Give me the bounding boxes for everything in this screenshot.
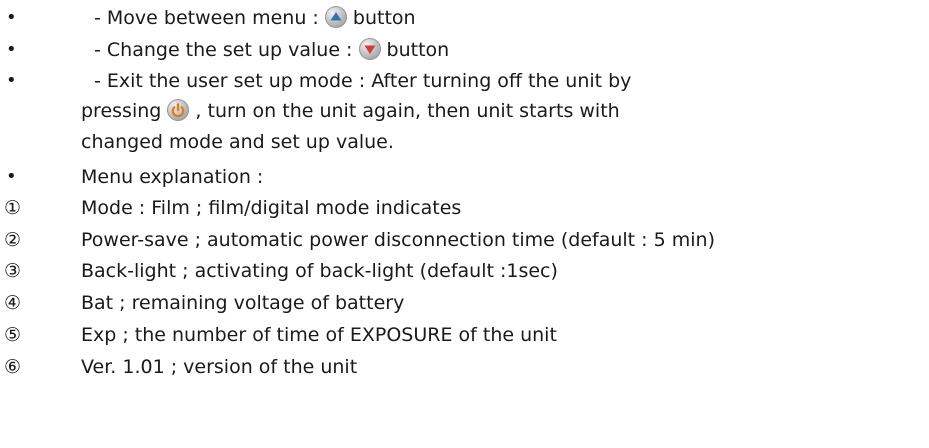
item-number: ⑥: [4, 356, 22, 378]
change-suffix: button: [380, 39, 450, 61]
change-instruction-text: - Change the set up value : button: [94, 35, 449, 65]
exit-final-text: changed mode and set up value.: [81, 131, 394, 153]
exit-instruction-text: - Exit the user set up mode : After turn…: [94, 70, 632, 92]
item-number: ④: [4, 292, 22, 314]
pressing-label: pressing: [81, 100, 168, 122]
move-label: - Move between menu :: [94, 7, 325, 29]
exit-instruction-line-1: • - Exit the user set up mode : After tu…: [0, 66, 929, 96]
menu-explanation-line: • Menu explanation :: [0, 162, 929, 192]
menu-item: ③ Back-light ; activating of back-light …: [0, 256, 929, 286]
down-arrow-button-icon: [358, 38, 381, 60]
bullet: •: [6, 7, 17, 28]
change-label: - Change the set up value :: [94, 39, 359, 61]
menu-item: ① Mode : Film ; film/digital mode indica…: [0, 193, 929, 223]
move-instruction-text: - Move between menu : button: [94, 3, 416, 33]
move-instruction-line: • - Move between menu : button: [0, 3, 929, 33]
menu-item: ② Power-save ; automatic power disconnec…: [0, 225, 929, 255]
menu-item-text: Mode : Film ; film/digital mode indicate…: [81, 197, 462, 219]
menu-item-text: Bat ; remaining voltage of battery: [81, 292, 405, 314]
item-number: ②: [4, 229, 22, 251]
exit-instruction-line-3: changed mode and set up value.: [0, 127, 929, 157]
bullet: •: [6, 166, 17, 187]
turn-on-text: , turn on the unit again, then unit star…: [189, 100, 620, 122]
bullet: •: [6, 70, 17, 91]
menu-item: ⑥ Ver. 1.01 ; version of the unit: [0, 352, 929, 382]
menu-item-text: Power-save ; automatic power disconnecti…: [81, 229, 715, 251]
menu-item: ⑤ Exp ; the number of time of EXPOSURE o…: [0, 320, 929, 350]
item-number: ①: [4, 197, 22, 219]
menu-item: ④ Bat ; remaining voltage of battery: [0, 288, 929, 318]
move-suffix: button: [346, 7, 416, 29]
item-number: ③: [4, 260, 22, 282]
item-number: ⑤: [4, 324, 22, 346]
menu-item-text: Ver. 1.01 ; version of the unit: [81, 356, 358, 378]
exit-instruction-line-2: pressing , turn on the unit again, then …: [0, 96, 929, 126]
bullet: •: [6, 39, 17, 60]
change-instruction-line: • - Change the set up value : button: [0, 35, 929, 65]
power-button-icon: [167, 99, 190, 121]
instruction-document: • - Move between menu : button • - Chang…: [0, 0, 929, 448]
menu-item-text: Exp ; the number of time of EXPOSURE of …: [81, 324, 557, 346]
menu-item-text: Back-light ; activating of back-light (d…: [81, 260, 558, 282]
exit-continuation-text: pressing , turn on the unit again, then …: [81, 96, 620, 126]
menu-explanation-heading: Menu explanation :: [81, 166, 264, 188]
up-arrow-button-icon: [324, 6, 347, 28]
